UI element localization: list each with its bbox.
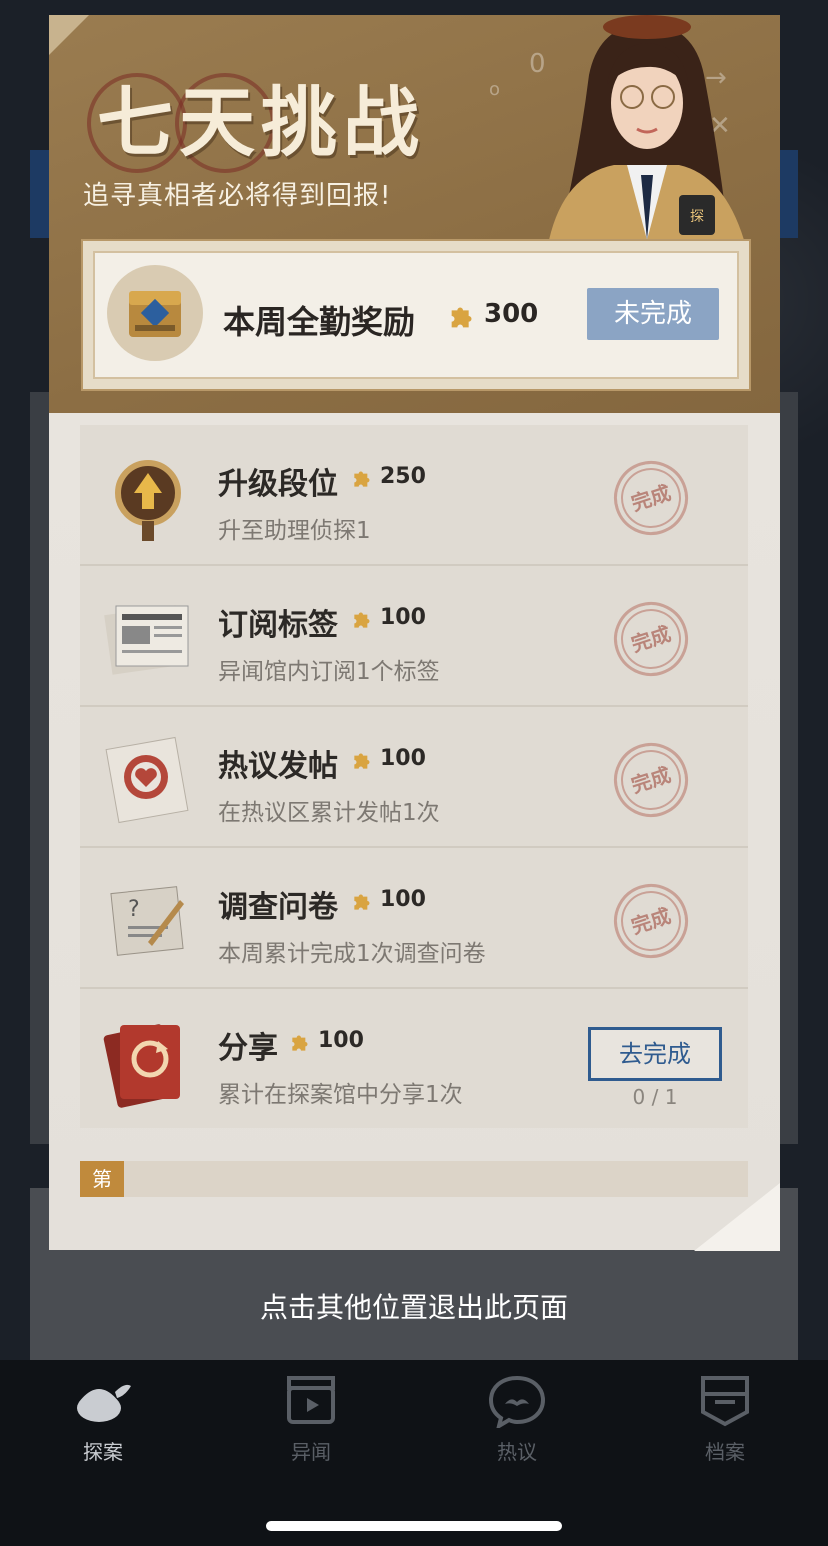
puzzle-piece-icon — [354, 471, 370, 487]
weekly-reward-label: 本周全勤奖励 — [223, 303, 416, 341]
day-section-strip — [80, 1161, 748, 1197]
task-points: 100 — [380, 746, 426, 771]
task-progress: 0 / 1 — [632, 1085, 678, 1109]
tab-detective[interactable]: 探案 — [48, 1372, 158, 1472]
weekly-reward-status-button[interactable]: 未完成 — [587, 288, 719, 340]
tab-stories[interactable]: 异闻 — [256, 1372, 366, 1472]
puzzle-piece-icon — [354, 612, 370, 628]
paper-curl-top-left — [49, 15, 89, 55]
tab-label: 探案 — [83, 1440, 123, 1464]
heart-paper-icon — [105, 736, 189, 824]
task-description: 在热议区累计发帖1次 — [218, 800, 440, 826]
completed-stamp: 完成 — [604, 451, 698, 545]
tab-label: 热议 — [497, 1440, 537, 1464]
task-row: 订阅标签 100 异闻馆内订阅1个标签 完成 — [80, 566, 748, 707]
doodle-decoration: o — [489, 79, 501, 100]
completed-stamp: 完成 — [604, 592, 698, 686]
tab-label: 档案 — [705, 1440, 745, 1464]
go-complete-button[interactable]: 去完成 — [588, 1027, 722, 1081]
exit-hint[interactable]: 点击其他位置退出此页面 — [0, 1286, 828, 1326]
task-points: 100 — [380, 887, 426, 912]
clapperboard-icon — [281, 1372, 341, 1428]
home-indicator[interactable] — [266, 1521, 562, 1531]
task-row: 热议发帖 100 在热议区累计发帖1次 完成 — [80, 707, 748, 848]
chat-mustache-icon — [487, 1372, 547, 1431]
completed-stamp: 完成 — [604, 733, 698, 827]
task-row: ? 调查问卷 100 本周累计完成1次调查问卷 完成 — [80, 848, 748, 989]
detective-character-illustration: 探 — [549, 15, 744, 240]
task-description: 本周累计完成1次调查问卷 — [218, 941, 486, 967]
task-points: 100 — [318, 1028, 364, 1053]
task-name: 调查问卷 — [218, 890, 338, 925]
questionnaire-icon: ? — [110, 886, 184, 956]
puzzle-piece-icon — [354, 894, 370, 910]
treasure-chest-icon — [107, 265, 203, 361]
task-description: 升至助理侦探1 — [218, 518, 371, 544]
modal-subtitle: 追寻真相者必将得到回报! — [83, 181, 392, 211]
task-name: 热议发帖 — [218, 749, 338, 784]
svg-text:探: 探 — [690, 209, 704, 225]
paper-curl-bottom-right — [694, 1183, 780, 1251]
archive-badge-icon — [695, 1372, 755, 1428]
share-card-icon — [103, 1024, 180, 1108]
seven-day-challenge-modal: 七天挑战 追寻真相者必将得到回报! 0 o ✕ → 探 本周全勤奖励 300 未… — [49, 15, 780, 1251]
puzzle-piece-icon — [292, 1035, 308, 1051]
task-list: 升级段位 250 升至助理侦探1 完成 订阅标签 100 异闻馆内订阅1个标签 … — [80, 425, 748, 1128]
detective-hat-icon — [73, 1372, 133, 1428]
tab-discussion[interactable]: 热议 — [462, 1372, 572, 1472]
task-description: 异闻馆内订阅1个标签 — [218, 659, 440, 685]
puzzle-piece-icon — [354, 753, 370, 769]
task-name: 升级段位 — [218, 467, 338, 502]
task-points: 100 — [380, 605, 426, 630]
weekly-reward-points: 300 — [484, 299, 539, 329]
completed-stamp: 完成 — [604, 874, 698, 968]
task-row: 分享 100 累计在探案馆中分享1次 去完成 0 / 1 — [80, 989, 748, 1128]
tab-archive[interactable]: 档案 — [670, 1372, 780, 1472]
tab-label: 异闻 — [291, 1440, 331, 1464]
rank-badge-icon — [115, 460, 181, 541]
task-name: 分享 — [218, 1031, 278, 1066]
puzzle-piece-icon — [451, 307, 472, 328]
day-tag: 第 — [80, 1161, 124, 1197]
task-points: 250 — [380, 464, 426, 489]
svg-text:?: ? — [128, 897, 140, 922]
task-name: 订阅标签 — [218, 608, 338, 643]
modal-title: 七天挑战 — [97, 78, 425, 167]
task-description: 累计在探案馆中分享1次 — [218, 1082, 463, 1108]
newspaper-icon — [104, 605, 189, 675]
task-row: 升级段位 250 升至助理侦探1 完成 — [80, 425, 748, 566]
